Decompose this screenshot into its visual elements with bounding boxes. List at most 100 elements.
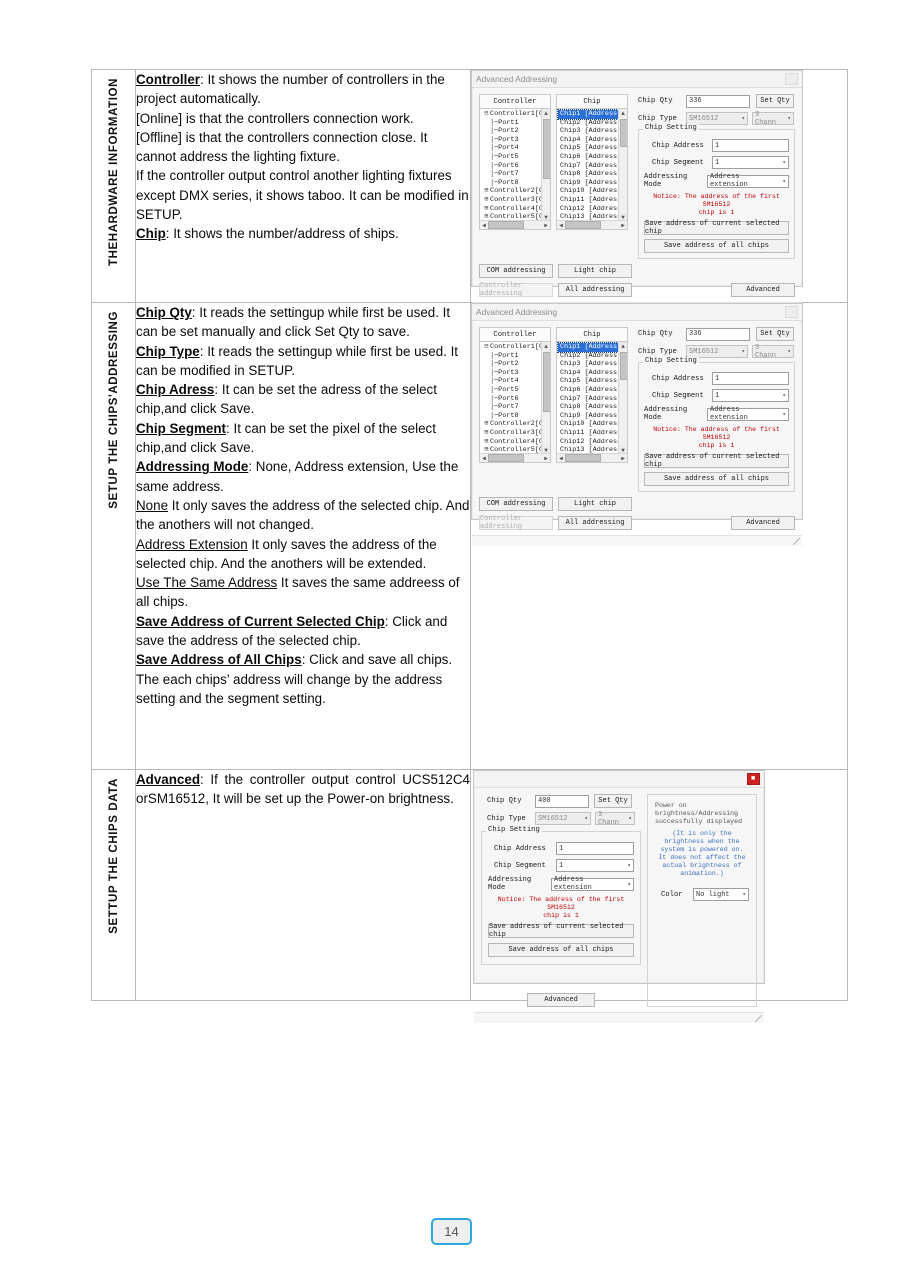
light-chip-button[interactable]: Light chip (558, 497, 632, 511)
chip-address-input[interactable]: 1 (712, 139, 789, 152)
chip-vscrollbar[interactable]: ▲ ▼ (618, 109, 627, 229)
chip-list-item[interactable]: Chip11 [Address: 3 (558, 196, 627, 205)
controller-tree-node[interactable]: ⊟Controller1[Of: (481, 343, 550, 352)
controller-tree[interactable]: ⊟Controller1[Of: │─Port1 │─Port2 │─Port3 │─P… (479, 342, 551, 463)
scroll-up-icon[interactable]: ▲ (619, 342, 627, 350)
tree-expand-icon[interactable]: ⊞ (483, 429, 490, 438)
controller-tree-port[interactable]: │─Port1 (481, 352, 550, 361)
chip-list-item[interactable]: Chip2 [Address: 4] (558, 352, 627, 361)
advanced-button[interactable]: Advanced (731, 283, 795, 297)
controller-tree-port[interactable]: │─Port8 (481, 179, 550, 188)
chip-list-item[interactable]: Chip6 [Address: 16 (558, 386, 627, 395)
chip-list-item[interactable]: Chip11 [Address: 3 (558, 429, 627, 438)
tree-expand-icon[interactable]: ⊞ (483, 438, 490, 447)
chip-list-item[interactable]: Chip4 [Address: 10 (558, 369, 627, 378)
save-current-chip-button[interactable]: Save address of current selected chip (644, 453, 789, 469)
all-addressing-button[interactable]: All addressing (558, 283, 632, 297)
scroll-thumb-h[interactable] (565, 221, 601, 229)
chip-qty-input[interactable]: 400 (535, 794, 589, 808)
save-current-chip-button[interactable]: Save address of current selected chip (488, 923, 634, 939)
controller-addressing-button[interactable]: Controller addressing (479, 515, 553, 531)
controller-tree-port[interactable]: │─Port7 (481, 170, 550, 179)
chip-list[interactable]: Chip1 [Address: 1]Chip2 [Address: 4]Chip… (556, 342, 628, 463)
tree-expand-icon[interactable]: ⊞ (483, 187, 490, 196)
tree-expand-icon[interactable]: ⊞ (483, 205, 490, 214)
com-addressing-button[interactable]: COM addressing (479, 497, 553, 511)
scroll-thumb-h[interactable] (488, 221, 524, 229)
controller-vscrollbar[interactable]: ▲ ▼ (541, 342, 550, 462)
chip-list-item[interactable]: Chip10 [Address: 2 (558, 420, 627, 429)
controller-tree-port[interactable]: │─Port5 (481, 386, 550, 395)
controller-tree-port[interactable]: │─Port4 (481, 144, 550, 153)
chip-type-select[interactable]: SM16512 ▾ (535, 812, 591, 825)
chip-list-item[interactable]: Chip1 [Address: 1] (557, 342, 627, 353)
set-qty-button[interactable]: Set Qty (594, 794, 632, 808)
close-icon[interactable] (785, 306, 798, 318)
chip-address-input[interactable]: 1 (712, 372, 789, 385)
resize-grip-icon[interactable] (755, 1015, 762, 1022)
scroll-left-icon[interactable]: ◀ (480, 455, 488, 462)
chip-list-item[interactable]: Chip6 [Address: 16 (558, 153, 627, 162)
controller-tree-port[interactable]: │─Port7 (481, 403, 550, 412)
controller-tree-port[interactable]: │─Port2 (481, 127, 550, 136)
addressing-mode-select[interactable]: Address extension ▾ (707, 173, 789, 189)
chip-list-item[interactable]: Chip4 [Address: 10 (558, 136, 627, 145)
chip-list-item[interactable]: Chip12 [Address: 3 (558, 438, 627, 447)
scroll-thumb[interactable] (543, 119, 550, 179)
com-addressing-button[interactable]: COM addressing (479, 264, 553, 278)
addressing-mode-select[interactable]: Address extension ▾ (551, 876, 634, 892)
scroll-right-icon[interactable]: ▶ (542, 222, 550, 229)
chip-address-input[interactable]: 1 (556, 842, 634, 855)
scroll-up-icon[interactable]: ▲ (619, 109, 627, 117)
controller-tree-node[interactable]: ⊞Controller4[Of: (481, 205, 550, 214)
controller-tree-port[interactable]: │─Port8 (481, 412, 550, 421)
controller-tree-port[interactable]: │─Port2 (481, 360, 550, 369)
chip-list-item[interactable]: Chip12 [Address: 3 (558, 205, 627, 214)
chip-list-item[interactable]: Chip1 [Address: 1] (557, 109, 627, 120)
chip-hscrollbar[interactable]: ◀ ▶ (557, 453, 627, 462)
controller-tree-port[interactable]: │─Port1 (481, 119, 550, 128)
chip-list[interactable]: Chip1 [Address: 1]Chip2 [Address: 4]Chip… (556, 109, 628, 230)
save-all-chips-button[interactable]: Save address of all chips (488, 943, 634, 957)
chip-list-item[interactable]: Chip3 [Address: 7] (558, 127, 627, 136)
scroll-left-icon[interactable]: ◀ (480, 222, 488, 229)
chip-hscrollbar[interactable]: ◀ ▶ (557, 220, 627, 229)
chip-list-item[interactable]: Chip7 [Address: 19 (558, 395, 627, 404)
controller-tree-port[interactable]: │─Port3 (481, 136, 550, 145)
chip-list-item[interactable]: Chip8 [Address: 22 (558, 170, 627, 179)
controller-tree-node[interactable]: ⊞Controller3[Of: (481, 196, 550, 205)
chip-list-item[interactable]: Chip7 [Address: 19 (558, 162, 627, 171)
all-addressing-button[interactable]: All addressing (558, 516, 632, 530)
tree-collapse-icon[interactable]: ⊟ (483, 343, 490, 352)
controller-tree-port[interactable]: │─Port4 (481, 377, 550, 386)
controller-tree-port[interactable]: │─Port3 (481, 369, 550, 378)
controller-tree-node[interactable]: ⊟Controller1[Of: (481, 110, 550, 119)
controller-tree-node[interactable]: ⊞Controller3[Of: (481, 429, 550, 438)
chip-list-item[interactable]: Chip8 [Address: 22 (558, 403, 627, 412)
scroll-right-icon[interactable]: ▶ (619, 222, 627, 229)
controller-tree-node[interactable]: ⊞Controller2[Of: (481, 420, 550, 429)
scroll-thumb[interactable] (543, 352, 550, 412)
addressing-mode-select[interactable]: Address extension ▾ (707, 406, 789, 422)
controller-vscrollbar[interactable]: ▲ ▼ (541, 109, 550, 229)
controller-addressing-button[interactable]: Controller addressing (479, 282, 553, 298)
scroll-left-icon[interactable]: ◀ (557, 222, 565, 229)
chip-list-item[interactable]: Chip3 [Address: 7] (558, 360, 627, 369)
scroll-thumb[interactable] (620, 119, 627, 147)
tree-collapse-icon[interactable]: ⊟ (483, 110, 490, 119)
scroll-thumb-h[interactable] (488, 454, 524, 462)
advanced-button[interactable]: Advanced (731, 516, 795, 530)
controller-tree-node[interactable]: ⊞Controller2[Of: (481, 187, 550, 196)
tree-expand-icon[interactable]: ⊞ (483, 420, 490, 429)
controller-tree-port[interactable]: │─Port5 (481, 153, 550, 162)
scroll-right-icon[interactable]: ▶ (542, 455, 550, 462)
chip-segment-select[interactable]: 1 ▾ (712, 156, 789, 169)
controller-tree[interactable]: ⊟Controller1[Of: │─Port1 │─Port2 │─Port3 │─P… (479, 109, 551, 230)
light-chip-button[interactable]: Light chip (558, 264, 632, 278)
chip-segment-select[interactable]: 1 ▾ (712, 389, 789, 402)
controller-tree-node[interactable]: ⊞Controller4[Of: (481, 438, 550, 447)
tree-expand-icon[interactable]: ⊞ (483, 196, 490, 205)
chip-qty-input[interactable]: 336 (686, 94, 750, 108)
chip-segment-select[interactable]: 1 ▾ (556, 859, 634, 872)
channel-select[interactable]: 3 Chann ▾ (595, 811, 635, 827)
